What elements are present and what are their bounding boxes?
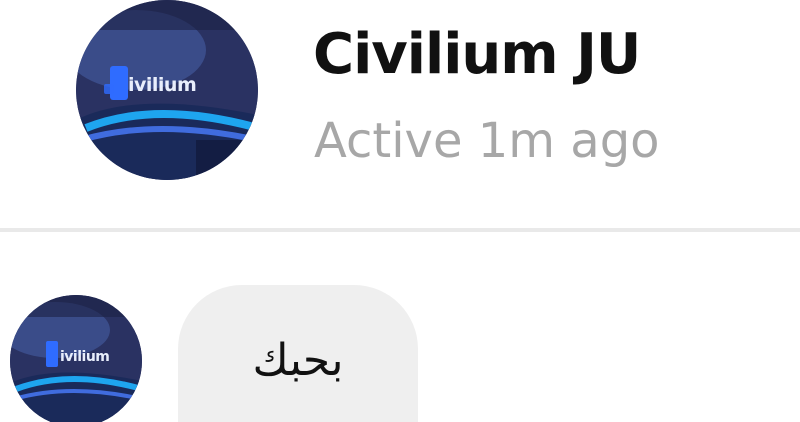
messenger-chat: ivilium Civilium JU Active 1m ago iviliu… <box>0 0 800 422</box>
active-status: Active 1m ago <box>314 113 660 169</box>
chat-header: ivilium Civilium JU Active 1m ago <box>0 0 800 228</box>
message-sender-avatar[interactable]: ivilium <box>10 295 142 422</box>
avatar-logo-text: ivilium <box>128 74 197 96</box>
avatar-logo-text-small: ivilium <box>60 349 110 365</box>
message-bubble[interactable]: بحبك <box>178 285 418 422</box>
header-divider <box>0 228 800 232</box>
contact-name[interactable]: Civilium JU <box>313 22 641 87</box>
contact-avatar[interactable]: ivilium <box>76 0 258 180</box>
message-text: بحبك <box>252 335 344 386</box>
